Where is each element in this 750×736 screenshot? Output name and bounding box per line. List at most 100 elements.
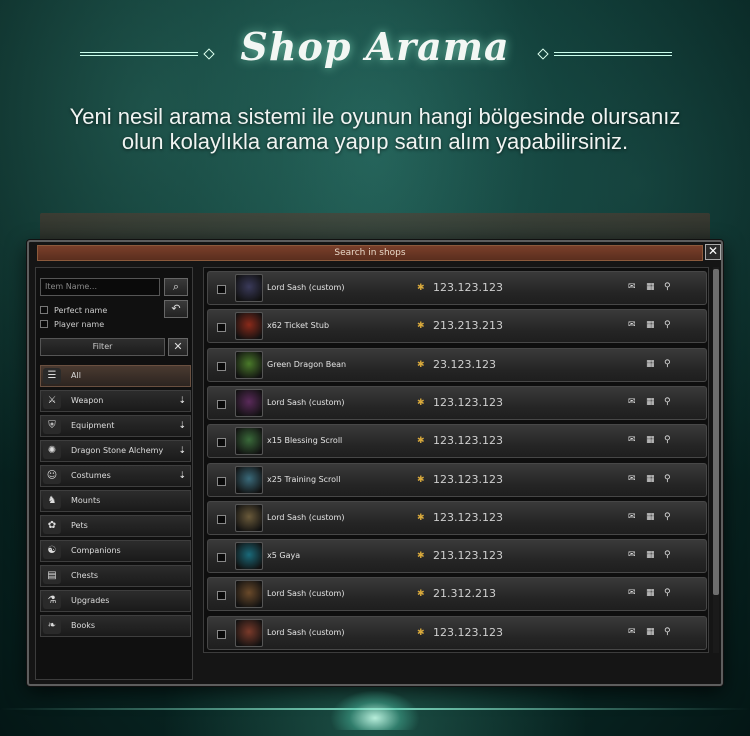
companion-icon: ☯ (43, 543, 61, 559)
chevron-down-icon[interactable]: ⇣ (178, 416, 186, 436)
row-checkbox[interactable] (217, 323, 226, 333)
shop-icon[interactable]: ▦ (646, 627, 655, 637)
subtitle-line-2: olun kolaylıkla arama yapıp satın alım y… (121, 129, 629, 154)
result-row[interactable]: x15 Blessing Scroll ✱ 123.123.123 ✉ ▦ ⚲ (207, 424, 707, 459)
filter-button[interactable]: Filter (40, 338, 165, 356)
row-checkbox[interactable] (217, 553, 226, 563)
back-button[interactable]: ↶ (164, 300, 188, 318)
player-name-checkbox[interactable] (40, 320, 48, 328)
lord-sash-icon (235, 580, 263, 609)
shop-icon[interactable]: ▦ (646, 512, 655, 522)
perfect-name-checkbox[interactable] (40, 306, 48, 314)
book-icon: ❧ (43, 618, 61, 634)
search-icon[interactable]: ⚲ (664, 320, 671, 330)
result-row[interactable]: Lord Sash (custom) ✱ 123.123.123 ✉ ▦ ⚲ (207, 271, 707, 305)
mail-icon[interactable]: ✉ (628, 550, 636, 560)
shop-icon[interactable]: ▦ (646, 588, 655, 598)
perfect-name-option[interactable]: Perfect name (40, 306, 107, 315)
mail-icon[interactable]: ✉ (628, 282, 636, 292)
lord-sash-icon (235, 388, 263, 417)
category-item[interactable]: ▤ Chests (40, 565, 191, 587)
shop-icon[interactable]: ▦ (646, 282, 655, 292)
search-icon[interactable]: ⚲ (664, 550, 671, 560)
result-row[interactable]: Lord Sash (custom) ✱ 123.123.123 ✉ ▦ ⚲ (207, 615, 707, 650)
search-icon[interactable]: ⚲ (664, 435, 671, 445)
ticket-stub-icon (235, 312, 263, 341)
item-name: x5 Gaya (267, 551, 301, 561)
gaya-icon (235, 542, 263, 571)
row-checkbox[interactable] (217, 361, 226, 371)
mail-icon[interactable]: ✉ (628, 627, 636, 637)
mail-icon[interactable]: ✉ (628, 435, 636, 445)
category-item[interactable]: ❧ Books (40, 615, 191, 637)
sword-icon: ⚔ (43, 393, 61, 409)
list-icon: ☰ (43, 368, 61, 384)
category-item[interactable]: ⚔ Weapon ⇣ (40, 390, 191, 412)
mail-icon[interactable]: ✉ (628, 474, 636, 484)
row-checkbox[interactable] (217, 285, 226, 294)
result-row[interactable]: Lord Sash (custom) ✱ 123.123.123 ✉ ▦ ⚲ (207, 500, 707, 535)
category-item[interactable]: ☺ Costumes ⇣ (40, 465, 191, 487)
training-scroll-icon (235, 465, 263, 494)
category-item[interactable]: ♞ Mounts (40, 490, 191, 512)
item-name-input[interactable]: Item Name... (40, 278, 160, 296)
shop-icon[interactable]: ▦ (646, 320, 655, 330)
chevron-down-icon[interactable]: ⇣ (178, 466, 186, 486)
category-item[interactable]: ⚗ Upgrades (40, 590, 191, 612)
row-checkbox[interactable] (217, 514, 226, 524)
item-price: 123.123.123 (433, 434, 503, 448)
result-row[interactable]: x62 Ticket Stub ✱ 213.213.213 ✉ ▦ ⚲ (207, 309, 707, 344)
category-item[interactable]: ☰ All (40, 365, 191, 387)
category-item[interactable]: ✺ Dragon Stone Alchemy ⇣ (40, 440, 191, 462)
result-row[interactable]: Lord Sash (custom) ✱ 123.123.123 ✉ ▦ ⚲ (207, 385, 707, 420)
row-checkbox[interactable] (217, 438, 226, 448)
row-checkbox[interactable] (217, 476, 226, 486)
shop-icon[interactable]: ▦ (646, 435, 655, 445)
category-item[interactable]: ✿ Pets (40, 515, 191, 537)
shop-icon[interactable]: ▦ (646, 474, 655, 484)
result-row[interactable]: x25 Training Scroll ✱ 123.123.123 ✉ ▦ ⚲ (207, 462, 707, 497)
search-icon[interactable]: ⚲ (664, 397, 671, 407)
category-label: Weapon (71, 396, 104, 405)
category-label: Upgrades (71, 596, 110, 605)
chevron-down-icon[interactable]: ⇣ (178, 441, 186, 461)
back-icon: ↶ (171, 302, 181, 315)
mail-icon[interactable]: ✉ (628, 320, 636, 330)
chevron-down-icon[interactable]: ⇣ (178, 391, 186, 411)
search-icon[interactable]: ⚲ (664, 512, 671, 522)
player-name-option[interactable]: Player name (40, 320, 104, 329)
scrollbar-thumb[interactable] (713, 269, 719, 595)
row-checkbox[interactable] (217, 629, 226, 639)
shop-icon[interactable]: ▦ (646, 359, 655, 369)
shop-icon[interactable]: ▦ (646, 397, 655, 407)
flask-icon: ⚗ (43, 593, 61, 609)
search-button[interactable]: ⌕ (164, 278, 188, 296)
item-price: 213.213.213 (433, 319, 503, 333)
category-item[interactable]: ⛨ Equipment ⇣ (40, 415, 191, 437)
shop-search-window: Search in shops ✕ Item Name... ⌕ ↶ Perfe… (27, 240, 723, 686)
row-checkbox[interactable] (217, 591, 226, 601)
result-row[interactable]: Green Dragon Bean ✱ 23.123.123 ▦ ⚲ (207, 347, 707, 382)
shop-icon[interactable]: ▦ (646, 550, 655, 560)
window-titlebar[interactable]: Search in shops (37, 245, 703, 261)
mail-icon[interactable]: ✉ (628, 397, 636, 407)
search-icon[interactable]: ⚲ (664, 627, 671, 637)
close-button[interactable]: ✕ (705, 244, 721, 260)
search-icon[interactable]: ⚲ (664, 588, 671, 598)
row-checkbox[interactable] (217, 399, 226, 409)
result-row[interactable]: x5 Gaya ✱ 213.123.123 ✉ ▦ ⚲ (207, 539, 707, 574)
result-row[interactable]: Lord Sash (custom) ✱ 21.312.213 ✉ ▦ ⚲ (207, 577, 707, 612)
clear-filter-button[interactable]: ✕ (168, 338, 188, 356)
mail-icon[interactable]: ✉ (628, 588, 636, 598)
gold-coin-icon: ✱ (417, 283, 425, 293)
category-item[interactable]: ☯ Companions (40, 540, 191, 562)
gold-coin-icon: ✱ (417, 397, 425, 408)
results-scrollbar[interactable] (713, 267, 719, 653)
search-icon[interactable]: ⚲ (664, 359, 671, 369)
gold-coin-icon: ✱ (417, 436, 425, 447)
search-icon[interactable]: ⚲ (664, 282, 671, 292)
gold-coin-icon: ✱ (417, 512, 425, 523)
mail-icon[interactable]: ✉ (628, 512, 636, 522)
item-name: Lord Sash (custom) (267, 283, 345, 292)
search-icon[interactable]: ⚲ (664, 474, 671, 484)
